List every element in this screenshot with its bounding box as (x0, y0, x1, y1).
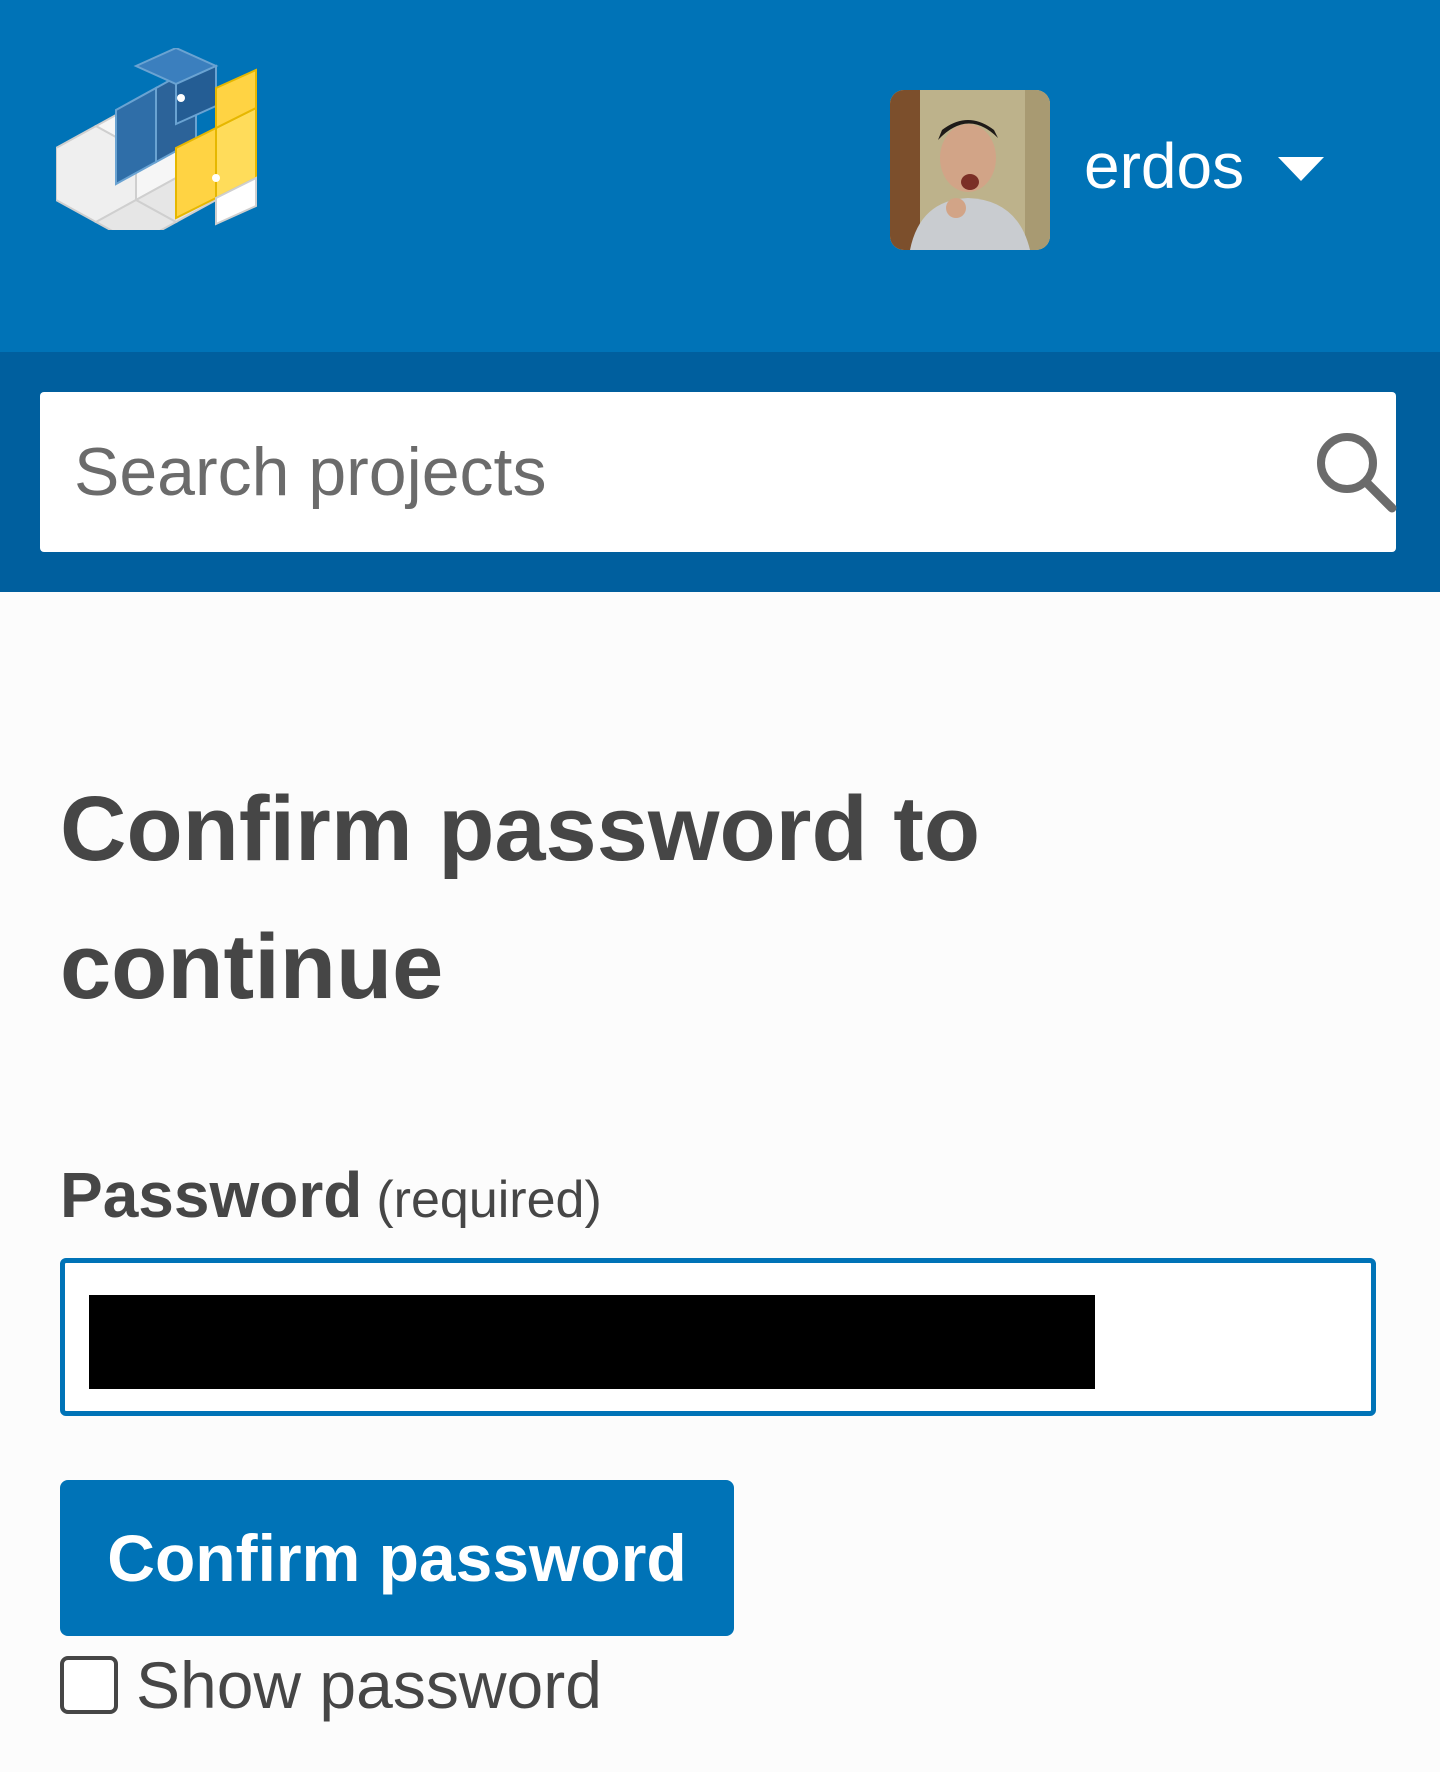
username-label: erdos (1084, 130, 1245, 202)
page-title: Confirm password to continue (60, 778, 981, 1018)
required-note: (required) (376, 1171, 602, 1229)
search-input[interactable] (74, 392, 1254, 552)
search-box (40, 392, 1397, 552)
user-menu-button[interactable]: erdos (1084, 126, 1325, 206)
user-avatar[interactable] (890, 90, 1050, 250)
password-label-text: Password (60, 1159, 363, 1231)
show-password-checkbox[interactable] (60, 1656, 118, 1714)
password-field[interactable] (60, 1258, 1376, 1416)
show-password-toggle[interactable]: Show password (60, 1640, 602, 1730)
caret-down-icon (1278, 157, 1325, 181)
redacted-password-value (89, 1295, 1095, 1389)
show-password-label: Show password (136, 1648, 602, 1722)
site-header: erdos (0, 0, 1440, 352)
search-bar (0, 352, 1440, 592)
pypi-logo-icon (56, 48, 257, 230)
user-avatar-photo-icon (890, 90, 1050, 250)
confirm-password-button[interactable]: Confirm password (60, 1480, 734, 1636)
password-label: Password (required) (60, 1158, 602, 1232)
search-icon[interactable] (1312, 428, 1400, 516)
